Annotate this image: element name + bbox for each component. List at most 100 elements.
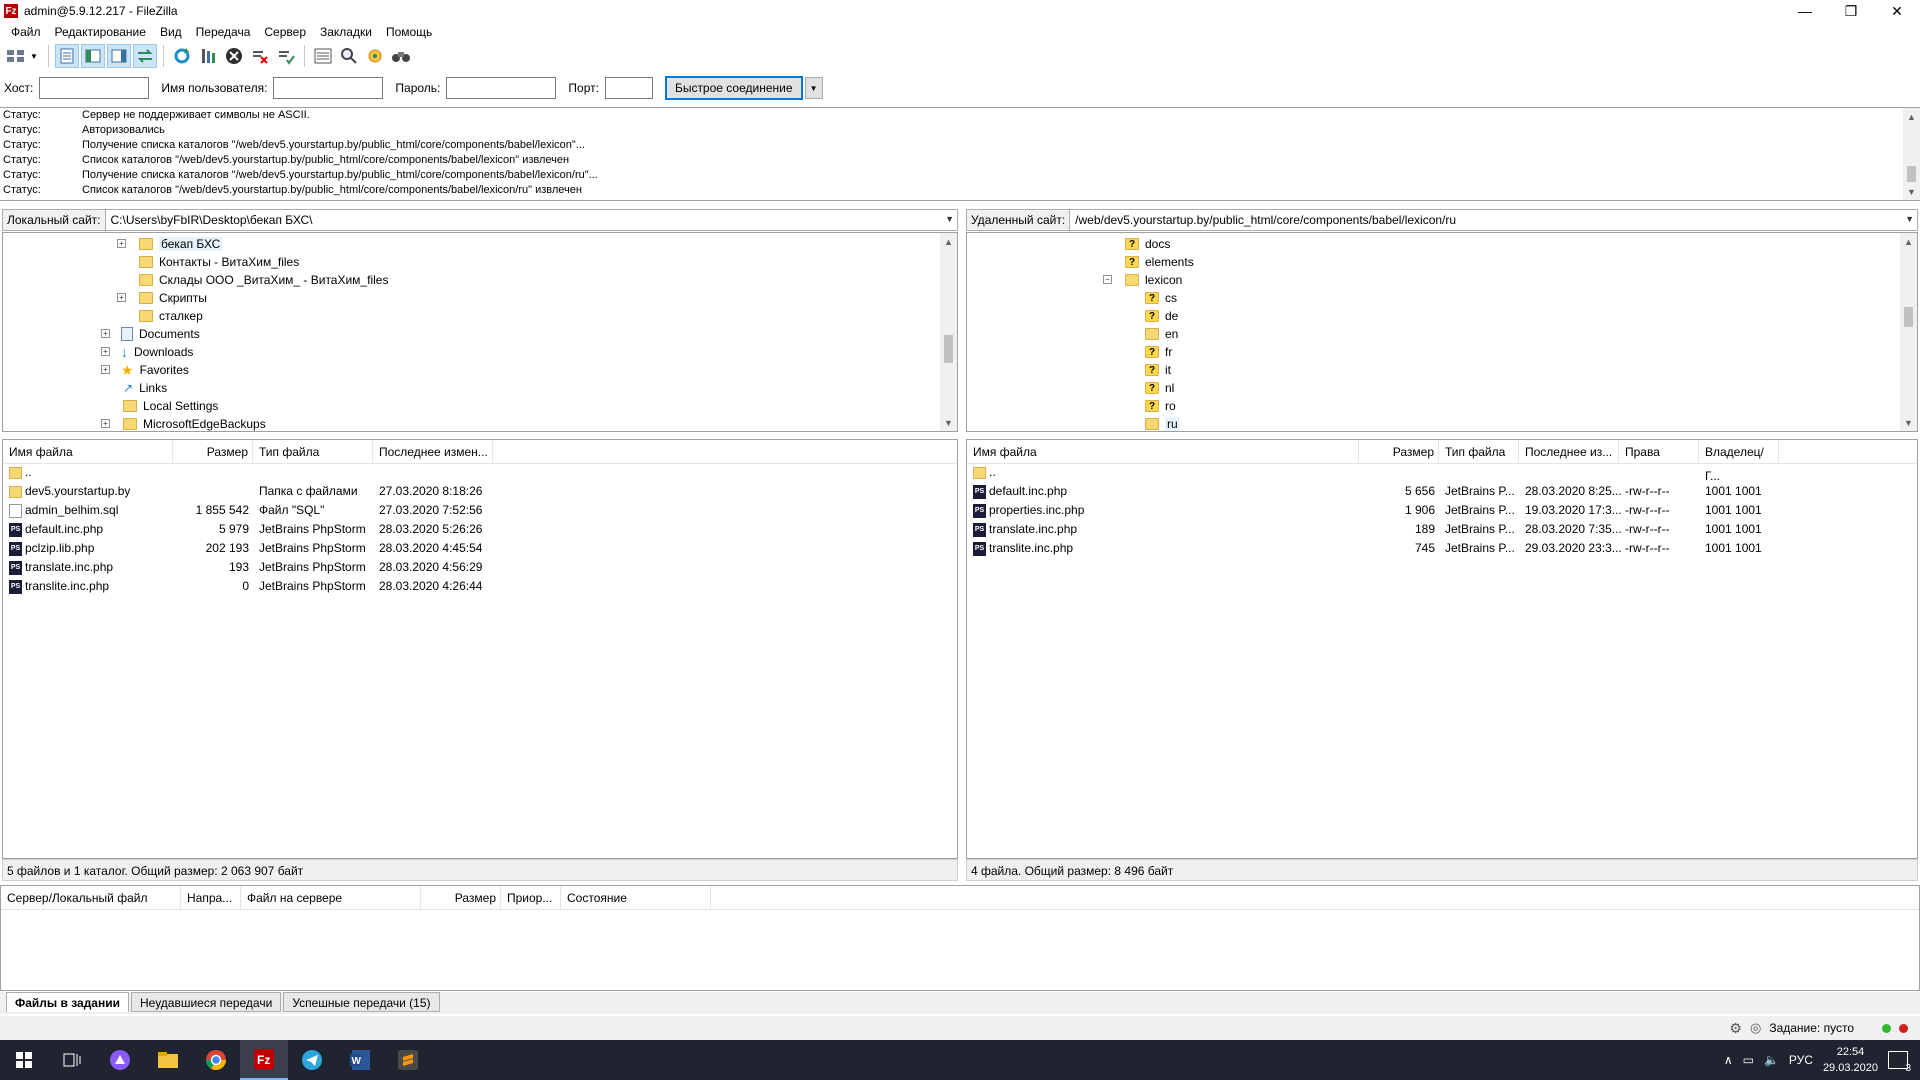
word-icon[interactable]: W [336,1040,384,1080]
refresh-icon[interactable] [170,44,194,68]
close-button[interactable]: ✕ [1874,0,1920,22]
remote-file-list[interactable]: Имя файла Размер Тип файла Последнее из.… [966,439,1918,859]
filezilla-taskbar-icon[interactable]: Fz [240,1040,288,1080]
tree-node[interactable]: ? fr [1145,343,1172,361]
password-input[interactable] [446,77,557,99]
table-row[interactable]: PS translate.inc.php 193 JetBrains PhpStorm… [3,558,957,577]
tree-node[interactable]: ru [1145,415,1180,431]
tree-node[interactable]: + Documents [101,325,200,343]
expand-icon[interactable]: + [101,419,110,428]
tree-node[interactable]: + MicrosoftEdgeBackups [101,415,266,431]
table-row[interactable]: PS default.inc.php 5 979 JetBrains PhpStorm… [3,520,957,539]
toggle-log-icon[interactable] [54,44,79,68]
windows-start-icon[interactable] [0,1040,48,1080]
site-manager-dropdown-icon[interactable]: ▼ [30,52,38,61]
tab-successful-transfers[interactable]: Успешные передачи (15) [283,992,440,1012]
column-direction[interactable]: Напра... [181,886,241,910]
table-row[interactable]: PS properties.inc.php 1 906 JetBrains P... 1… [967,501,1917,520]
column-filetype[interactable]: Тип файла [1439,440,1519,464]
input-language[interactable]: РУС [1789,1053,1813,1067]
notifications-icon[interactable]: 3 [1888,1051,1911,1074]
log-scrollbar[interactable]: ▲ ▼ [1903,108,1920,200]
quickconnect-history-dropdown-icon[interactable]: ▼ [804,77,823,99]
tree-node[interactable]: сталкер [139,307,203,325]
find-files-binoculars-icon[interactable] [389,44,413,68]
synchronized-browsing-icon[interactable] [363,44,387,68]
expand-icon[interactable]: + [101,329,110,338]
column-permissions[interactable]: Права [1619,440,1699,464]
expand-icon[interactable]: + [101,365,110,374]
column-remote-file[interactable]: Файл на сервере [241,886,421,910]
scroll-up-icon[interactable]: ▲ [1903,108,1920,125]
tree-node[interactable]: ? elements [1125,253,1194,271]
host-input[interactable] [39,77,150,99]
table-row[interactable]: PS default.inc.php 5 656 JetBrains P... 28.0… [967,482,1917,501]
expand-icon[interactable]: + [101,347,110,356]
task-view-icon[interactable] [48,1040,96,1080]
local-path-input[interactable]: C:\Users\byFbIR\Desktop\бекап БХС\ [105,209,958,231]
remote-path-input[interactable]: /web/dev5.yourstartup.by/public_html/cor… [1070,209,1918,231]
tree-node[interactable]: ? cs [1145,289,1177,307]
table-row[interactable]: PS translate.inc.php 189 JetBrains P... 28.0… [967,520,1917,539]
tree-node[interactable]: en [1145,325,1178,343]
column-priority[interactable]: Приор... [501,886,561,910]
table-row[interactable]: admin_belhim.sql 1 855 542 Файл "SQL" 27.03… [3,501,957,520]
minimize-button[interactable]: — [1782,0,1828,22]
menu-view[interactable]: Вид [153,25,189,39]
tree-node[interactable]: Local Settings [123,397,218,415]
column-size[interactable]: Размер [421,886,501,910]
column-filename[interactable]: Имя файла [3,440,173,464]
local-directory-tree[interactable]: + бекап БХС Контакты - ВитаХим_files Скла… [2,232,958,432]
tab-queued-files[interactable]: Файлы в задании [6,992,129,1012]
menu-transfer[interactable]: Передача [189,25,258,39]
chrome-icon[interactable] [192,1040,240,1080]
quickconnect-button[interactable]: Быстрое соединение [664,76,803,100]
directory-filter-icon[interactable] [311,44,335,68]
tree-node[interactable]: ? ro [1145,397,1176,415]
reconnect-icon[interactable] [274,44,298,68]
tree-node[interactable]: + ★ Favorites [101,361,189,379]
menu-file[interactable]: Файл [4,25,48,39]
tab-failed-transfers[interactable]: Неудавшиеся передачи [130,992,282,1012]
table-row[interactable]: dev5.yourstartup.by Папка с файлами 27.03.… [3,482,957,501]
menu-help[interactable]: Помощь [379,25,439,39]
column-modified[interactable]: Последнее измен... [373,440,493,464]
tree-node[interactable]: + ↓ Downloads [101,343,193,361]
remote-tree-scrollbar[interactable]: ▲ ▼ [1900,233,1917,431]
tree-node[interactable]: ? de [1145,307,1178,325]
local-file-list[interactable]: Имя файла Размер Тип файла Последнее изм… [2,439,958,859]
clock[interactable]: 22:54 29.03.2020 [1823,1044,1878,1076]
tree-node[interactable]: ? nl [1145,379,1174,397]
table-row[interactable]: .. [3,463,957,482]
tree-node[interactable]: − lexicon [1103,271,1182,289]
tree-node[interactable]: Склады ООО _ВитаХим_ - ВитаХим_files [139,271,388,289]
transfer-queue[interactable]: Сервер/Локальный файл Напра... Файл на с… [0,885,1920,991]
toggle-queue-icon[interactable] [132,44,157,68]
scroll-thumb[interactable] [944,335,953,363]
network-icon[interactable]: ▭ [1743,1053,1754,1067]
maximize-button[interactable]: ❐ [1828,0,1874,22]
menu-edit[interactable]: Редактирование [48,25,153,39]
gear-icon[interactable]: ⚙ [1729,1020,1742,1037]
tree-node[interactable]: + Скрипты [117,289,207,307]
disconnect-icon[interactable] [248,44,272,68]
scroll-down-icon[interactable]: ▼ [1903,183,1920,200]
remote-directory-tree[interactable]: ? docs ? elements − lexicon ? cs ? de en ? fr … [966,232,1918,432]
chevron-down-icon[interactable]: ▼ [945,214,954,224]
table-row[interactable]: PS pclzip.lib.php 202 193 JetBrains PhpStor… [3,539,957,558]
port-input[interactable] [604,77,653,99]
chevron-down-icon[interactable]: ▼ [1905,214,1914,224]
column-owner[interactable]: Владелец/Г... [1699,440,1779,483]
column-filetype[interactable]: Тип файла [253,440,373,464]
scroll-up-icon[interactable]: ▲ [1900,233,1917,250]
tree-node[interactable]: Контакты - ВитаХим_files [139,253,299,271]
column-server-local-file[interactable]: Сервер/Локальный файл [1,886,181,910]
search-icon[interactable] [337,44,361,68]
local-tree-scrollbar[interactable]: ▲ ▼ [940,233,957,431]
table-row[interactable]: PS translite.inc.php 0 JetBrains PhpStorm 28… [3,577,957,596]
alice-assistant-icon[interactable] [96,1040,144,1080]
tree-node[interactable]: + бекап БХС [117,235,223,253]
scroll-thumb[interactable] [1907,166,1916,182]
menu-bookmarks[interactable]: Закладки [313,25,379,39]
username-input[interactable] [273,77,384,99]
